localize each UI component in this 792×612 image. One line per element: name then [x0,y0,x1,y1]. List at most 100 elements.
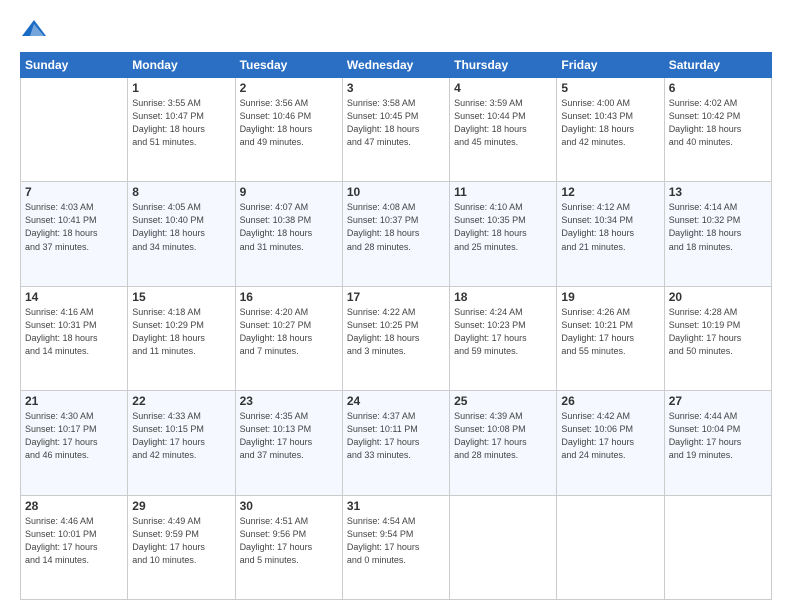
day-info: Sunrise: 4:33 AM Sunset: 10:15 PM Daylig… [132,410,230,462]
calendar-cell: 20 Sunrise: 4:28 AM Sunset: 10:19 PM Dayl… [664,286,771,390]
day-info: Sunrise: 4:42 AM Sunset: 10:06 PM Daylig… [561,410,659,462]
day-info: Sunrise: 4:28 AM Sunset: 10:19 PM Daylig… [669,306,767,358]
calendar: SundayMondayTuesdayWednesdayThursdayFrid… [20,52,772,600]
day-info: Sunrise: 4:49 AM Sunset: 9:59 PM Dayligh… [132,515,230,567]
calendar-week-row: 21 Sunrise: 4:30 AM Sunset: 10:17 PM Dayl… [21,391,772,495]
calendar-cell: 30 Sunrise: 4:51 AM Sunset: 9:56 PM Dayli… [235,495,342,599]
day-number: 17 [347,290,445,304]
day-number: 30 [240,499,338,513]
day-info: Sunrise: 4:20 AM Sunset: 10:27 PM Daylig… [240,306,338,358]
day-of-week-header: Tuesday [235,53,342,78]
day-number: 20 [669,290,767,304]
calendar-cell: 23 Sunrise: 4:35 AM Sunset: 10:13 PM Dayl… [235,391,342,495]
day-of-week-header: Monday [128,53,235,78]
day-of-week-header: Sunday [21,53,128,78]
day-info: Sunrise: 4:44 AM Sunset: 10:04 PM Daylig… [669,410,767,462]
calendar-cell: 9Sunrise: 4:07 AM Sunset: 10:38 PM Dayli… [235,182,342,286]
day-number: 9 [240,185,338,199]
calendar-cell: 21 Sunrise: 4:30 AM Sunset: 10:17 PM Dayl… [21,391,128,495]
day-info: Sunrise: 4:05 AM Sunset: 10:40 PM Daylig… [132,201,230,253]
calendar-cell: 1 Sunrise: 3:55 AM Sunset: 10:47 PM Dayli… [128,78,235,182]
day-info: Sunrise: 4:30 AM Sunset: 10:17 PM Daylig… [25,410,123,462]
day-info: Sunrise: 4:24 AM Sunset: 10:23 PM Daylig… [454,306,552,358]
day-info: Sunrise: 4:51 AM Sunset: 9:56 PM Dayligh… [240,515,338,567]
day-number: 12 [561,185,659,199]
calendar-week-row: 7Sunrise: 4:03 AM Sunset: 10:41 PM Dayli… [21,182,772,286]
calendar-cell [21,78,128,182]
day-number: 29 [132,499,230,513]
day-info: Sunrise: 4:18 AM Sunset: 10:29 PM Daylig… [132,306,230,358]
calendar-cell: 3Sunrise: 3:58 AM Sunset: 10:45 PM Dayli… [342,78,449,182]
day-of-week-header: Thursday [450,53,557,78]
day-number: 8 [132,185,230,199]
day-info: Sunrise: 3:55 AM Sunset: 10:47 PM Daylig… [132,97,230,149]
calendar-cell: 17 Sunrise: 4:22 AM Sunset: 10:25 PM Dayl… [342,286,449,390]
calendar-cell: 11Sunrise: 4:10 AM Sunset: 10:35 PM Dayl… [450,182,557,286]
day-info: Sunrise: 4:12 AM Sunset: 10:34 PM Daylig… [561,201,659,253]
day-number: 25 [454,394,552,408]
day-info: Sunrise: 4:08 AM Sunset: 10:37 PM Daylig… [347,201,445,253]
day-info: Sunrise: 4:46 AM Sunset: 10:01 PM Daylig… [25,515,123,567]
day-number: 31 [347,499,445,513]
day-number: 4 [454,81,552,95]
day-number: 22 [132,394,230,408]
day-number: 15 [132,290,230,304]
calendar-cell: 25 Sunrise: 4:39 AM Sunset: 10:08 PM Dayl… [450,391,557,495]
day-info: Sunrise: 4:26 AM Sunset: 10:21 PM Daylig… [561,306,659,358]
calendar-cell: 28 Sunrise: 4:46 AM Sunset: 10:01 PM Dayl… [21,495,128,599]
day-info: Sunrise: 4:03 AM Sunset: 10:41 PM Daylig… [25,201,123,253]
day-number: 23 [240,394,338,408]
day-info: Sunrise: 4:00 AM Sunset: 10:43 PM Daylig… [561,97,659,149]
calendar-cell: 13 Sunrise: 4:14 AM Sunset: 10:32 PM Dayl… [664,182,771,286]
header [20,16,772,44]
day-info: Sunrise: 4:16 AM Sunset: 10:31 PM Daylig… [25,306,123,358]
calendar-cell: 26 Sunrise: 4:42 AM Sunset: 10:06 PM Dayl… [557,391,664,495]
day-number: 1 [132,81,230,95]
calendar-cell: 12 Sunrise: 4:12 AM Sunset: 10:34 PM Dayl… [557,182,664,286]
calendar-week-row: 14Sunrise: 4:16 AM Sunset: 10:31 PM Dayl… [21,286,772,390]
day-number: 24 [347,394,445,408]
calendar-cell: 29 Sunrise: 4:49 AM Sunset: 9:59 PM Dayli… [128,495,235,599]
day-info: Sunrise: 4:39 AM Sunset: 10:08 PM Daylig… [454,410,552,462]
day-number: 5 [561,81,659,95]
day-number: 16 [240,290,338,304]
day-info: Sunrise: 4:22 AM Sunset: 10:25 PM Daylig… [347,306,445,358]
day-info: Sunrise: 4:14 AM Sunset: 10:32 PM Daylig… [669,201,767,253]
calendar-cell: 18 Sunrise: 4:24 AM Sunset: 10:23 PM Dayl… [450,286,557,390]
calendar-cell [557,495,664,599]
day-number: 28 [25,499,123,513]
day-number: 2 [240,81,338,95]
calendar-cell: 15 Sunrise: 4:18 AM Sunset: 10:29 PM Dayl… [128,286,235,390]
day-of-week-header: Wednesday [342,53,449,78]
day-of-week-header: Saturday [664,53,771,78]
day-info: Sunrise: 4:37 AM Sunset: 10:11 PM Daylig… [347,410,445,462]
calendar-cell: 8 Sunrise: 4:05 AM Sunset: 10:40 PM Dayli… [128,182,235,286]
day-number: 18 [454,290,552,304]
day-info: Sunrise: 4:02 AM Sunset: 10:42 PM Daylig… [669,97,767,149]
page: SundayMondayTuesdayWednesdayThursdayFrid… [0,0,792,612]
calendar-cell: 10Sunrise: 4:08 AM Sunset: 10:37 PM Dayl… [342,182,449,286]
calendar-cell: 22 Sunrise: 4:33 AM Sunset: 10:15 PM Dayl… [128,391,235,495]
calendar-cell: 27 Sunrise: 4:44 AM Sunset: 10:04 PM Dayl… [664,391,771,495]
logo-icon [20,16,48,44]
logo [20,16,52,44]
calendar-cell: 31Sunrise: 4:54 AM Sunset: 9:54 PM Dayli… [342,495,449,599]
calendar-cell [450,495,557,599]
day-info: Sunrise: 4:35 AM Sunset: 10:13 PM Daylig… [240,410,338,462]
day-number: 21 [25,394,123,408]
calendar-cell: 2Sunrise: 3:56 AM Sunset: 10:46 PM Dayli… [235,78,342,182]
day-number: 26 [561,394,659,408]
calendar-cell: 7Sunrise: 4:03 AM Sunset: 10:41 PM Dayli… [21,182,128,286]
calendar-cell: 6 Sunrise: 4:02 AM Sunset: 10:42 PM Dayli… [664,78,771,182]
day-number: 19 [561,290,659,304]
day-number: 6 [669,81,767,95]
day-number: 27 [669,394,767,408]
calendar-header-row: SundayMondayTuesdayWednesdayThursdayFrid… [21,53,772,78]
day-of-week-header: Friday [557,53,664,78]
calendar-week-row: 1 Sunrise: 3:55 AM Sunset: 10:47 PM Dayli… [21,78,772,182]
calendar-cell [664,495,771,599]
calendar-cell: 19 Sunrise: 4:26 AM Sunset: 10:21 PM Dayl… [557,286,664,390]
calendar-cell: 16 Sunrise: 4:20 AM Sunset: 10:27 PM Dayl… [235,286,342,390]
day-number: 13 [669,185,767,199]
day-info: Sunrise: 3:58 AM Sunset: 10:45 PM Daylig… [347,97,445,149]
